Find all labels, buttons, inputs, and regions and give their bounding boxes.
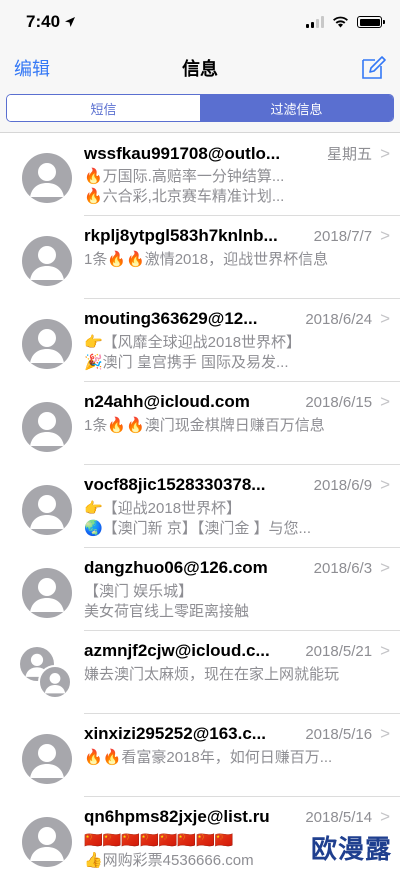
chevron-right-icon: > — [380, 144, 390, 163]
message-row[interactable]: mouting363629@12... 2018/6/24 > 👉【风靡全球迎战20… — [0, 299, 400, 382]
group-avatar — [0, 641, 84, 714]
preview-line: 嫌去澳门太麻烦，现在在家上网就能玩 — [84, 666, 340, 683]
chevron-right-icon: > — [380, 558, 390, 577]
sender: rkplj8ytpgl583h7knlnb... — [84, 226, 278, 245]
message-row[interactable]: dangzhuo06@126.com 2018/6/3 > 【澳门 娱乐城】 美女荷… — [0, 548, 400, 631]
contact-avatar-icon — [22, 153, 72, 203]
preview-line: 🔥六合彩,北京赛车精准计划... — [84, 188, 285, 205]
date: 2018/6/24 — [305, 311, 373, 328]
preview-line: 1条🔥🔥激情2018，迎战世界杯信息 — [84, 251, 329, 268]
sender: qn6hpms82jxje@list.ru — [84, 807, 270, 826]
contact-avatar-icon — [22, 734, 72, 784]
date: 2018/6/9 — [313, 477, 373, 494]
message-row[interactable]: rkplj8ytpgl583h7knlnb... 2018/7/7 > 1条🔥🔥激情… — [0, 216, 400, 299]
cellular-signal-icon — [306, 16, 324, 28]
contact-avatar-icon — [22, 402, 72, 452]
sender: wssfkau991708@outlo... — [84, 144, 281, 163]
chevron-right-icon: > — [380, 309, 390, 328]
status-bar: 7:40 — [0, 0, 400, 44]
preview-line: 🔥万国际.高赔率一分钟结算... — [84, 168, 285, 185]
status-icons — [306, 16, 385, 28]
chevron-right-icon: > — [380, 807, 390, 826]
contact-avatar-icon — [22, 485, 72, 535]
message-row[interactable]: wssfkau991708@outlo... 星期五 > 🔥万国际.高赔率一分钟结算… — [0, 133, 400, 216]
message-row[interactable]: vocf88jic1528330378... 2018/6/9 > 👉【迎战2018… — [0, 465, 400, 548]
chevron-right-icon: > — [380, 475, 390, 494]
watermark-text: 欧漫露 — [310, 834, 392, 864]
tab-filtered[interactable]: 过滤信息 — [200, 95, 393, 121]
contact-avatar-icon — [22, 817, 72, 867]
sender: vocf88jic1528330378... — [84, 475, 266, 494]
preview-line: 👉【迎战2018世界杯】 — [84, 500, 242, 517]
chevron-right-icon: > — [380, 226, 390, 245]
battery-icon — [357, 16, 385, 28]
preview-line: 【澳门 娱乐城】 — [84, 583, 194, 600]
contact-avatar-icon — [22, 568, 72, 618]
sender: n24ahh@icloud.com — [84, 392, 250, 411]
preview-line: 1条🔥🔥澳门现金棋牌日赚百万信息 — [84, 417, 325, 434]
contact-avatar-icon — [22, 236, 72, 286]
sender: azmnjf2cjw@icloud.c... — [84, 641, 270, 660]
chevron-right-icon: > — [380, 392, 390, 411]
message-list: wssfkau991708@outlo... 星期五 > 🔥万国际.高赔率一分钟结算… — [0, 133, 400, 874]
sender: xinxizi295252@163.c... — [84, 724, 266, 743]
date: 2018/5/21 — [305, 643, 373, 660]
segment-control-wrap: 短信 过滤信息 — [0, 92, 400, 133]
chevron-right-icon: > — [380, 724, 390, 743]
chevron-right-icon: > — [380, 641, 390, 660]
contact-avatar-icon — [38, 665, 72, 699]
nav-bar: 编辑 信息 — [0, 44, 400, 92]
message-row[interactable]: n24ahh@icloud.com 2018/6/15 > 1条🔥🔥澳门现金棋牌日赚… — [0, 382, 400, 465]
wifi-icon — [333, 16, 348, 28]
compose-icon[interactable] — [360, 55, 386, 81]
sender: dangzhuo06@126.com — [84, 558, 268, 577]
preview-line: 美女荷官线上零距离接触 — [84, 603, 250, 620]
tab-messages[interactable]: 短信 — [7, 95, 200, 121]
sender: mouting363629@12... — [84, 309, 258, 328]
message-row[interactable]: xinxizi295252@163.c... 2018/5/16 > 🔥🔥看富豪20… — [0, 714, 400, 797]
preview-line: 🔥🔥看富豪2018年，如何日赚百万... — [84, 749, 333, 766]
preview-line: 🌏【澳门新 京】【澳门金 】与您... — [84, 520, 312, 537]
date: 星期五 — [327, 146, 373, 163]
date: 2018/5/16 — [305, 726, 373, 743]
segmented-control: 短信 过滤信息 — [6, 94, 394, 122]
date: 2018/6/3 — [313, 560, 373, 577]
date: 2018/6/15 — [305, 394, 373, 411]
message-row[interactable]: azmnjf2cjw@icloud.c... 2018/5/21 > 嫌去澳门太麻烦… — [0, 631, 400, 714]
page-title: 信息 — [182, 59, 218, 79]
edit-button[interactable]: 编辑 — [14, 55, 50, 81]
preview-line: 🎉澳门 皇宫携手 国际及易发... — [84, 354, 289, 371]
status-time: 7:40 — [26, 12, 76, 32]
contact-avatar-icon — [22, 319, 72, 369]
date: 2018/7/7 — [313, 228, 373, 245]
preview-line: 👉【风靡全球迎战2018世界杯】 — [84, 334, 302, 351]
location-arrow-icon — [65, 17, 76, 27]
date: 2018/5/14 — [305, 809, 373, 826]
clock: 7:40 — [26, 12, 61, 31]
